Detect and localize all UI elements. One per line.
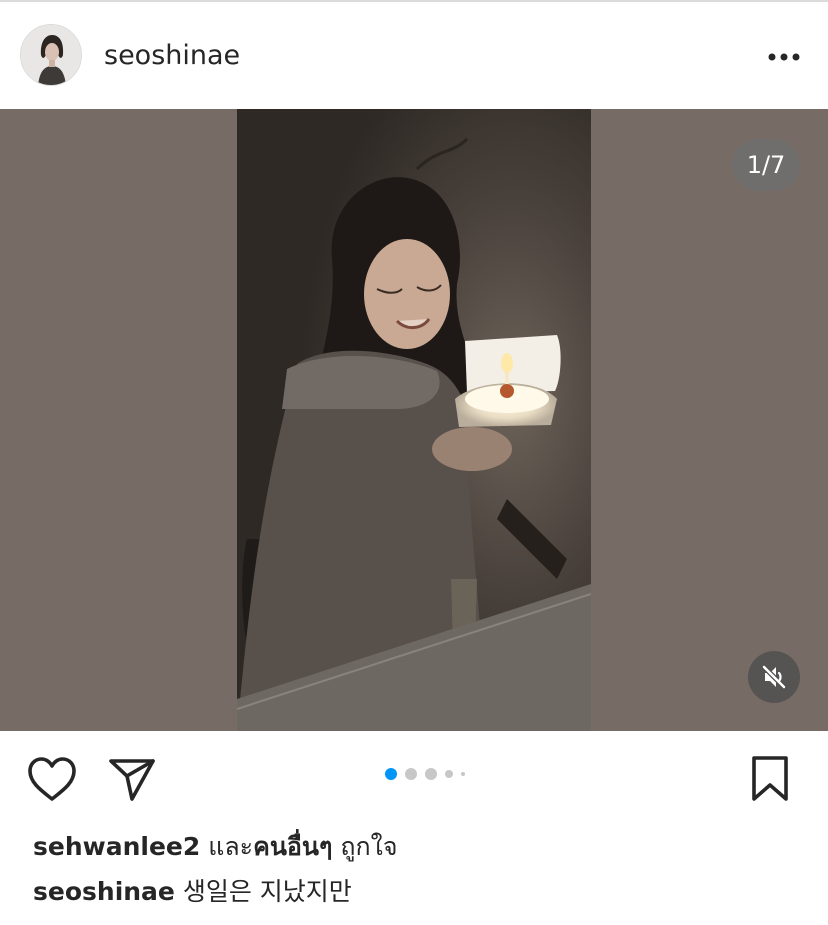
action-bar bbox=[0, 731, 828, 827]
avatar-photo bbox=[21, 25, 81, 85]
slide-counter-badge: 1/7 bbox=[732, 139, 800, 191]
send-icon bbox=[109, 759, 155, 801]
share-button[interactable] bbox=[106, 755, 158, 803]
speaker-muted-icon bbox=[761, 664, 787, 690]
post-header: seoshinae bbox=[0, 2, 828, 109]
like-button[interactable] bbox=[26, 755, 78, 803]
caption-author[interactable]: seoshinae bbox=[33, 877, 175, 906]
liker-username[interactable]: sehwanlee2 bbox=[33, 832, 200, 861]
caption-overflow-line bbox=[33, 913, 493, 925]
carousel-dot bbox=[461, 772, 465, 776]
carousel-dot bbox=[425, 768, 437, 780]
carousel-dot bbox=[445, 770, 453, 778]
carousel-dot bbox=[405, 768, 417, 780]
bookmark-icon bbox=[752, 756, 788, 801]
more-horizontal-icon bbox=[768, 53, 800, 61]
more-options-button[interactable] bbox=[762, 42, 806, 72]
carousel-dot-active bbox=[385, 768, 397, 780]
username[interactable]: seoshinae bbox=[104, 38, 240, 74]
video-frame bbox=[237, 109, 591, 731]
birthday-cake-photo bbox=[237, 109, 591, 731]
caption-text: 생일은 지났지만 bbox=[174, 877, 352, 906]
likes-and: และ bbox=[200, 832, 254, 861]
heart-icon bbox=[28, 757, 76, 801]
carousel-indicator bbox=[385, 767, 465, 781]
post-media[interactable]: 1/7 bbox=[0, 109, 828, 731]
likes-summary[interactable]: sehwanlee2 และคนอื่นๆ ถูกใจ bbox=[33, 830, 398, 864]
likes-others[interactable]: คนอื่นๆ bbox=[253, 832, 332, 861]
mute-toggle-button[interactable] bbox=[748, 651, 800, 703]
avatar[interactable] bbox=[20, 24, 82, 86]
post-caption: seoshinae 생일은 지났지만 bbox=[33, 875, 352, 909]
likes-liked-text: ถูกใจ bbox=[332, 832, 398, 861]
save-button[interactable] bbox=[748, 753, 792, 805]
